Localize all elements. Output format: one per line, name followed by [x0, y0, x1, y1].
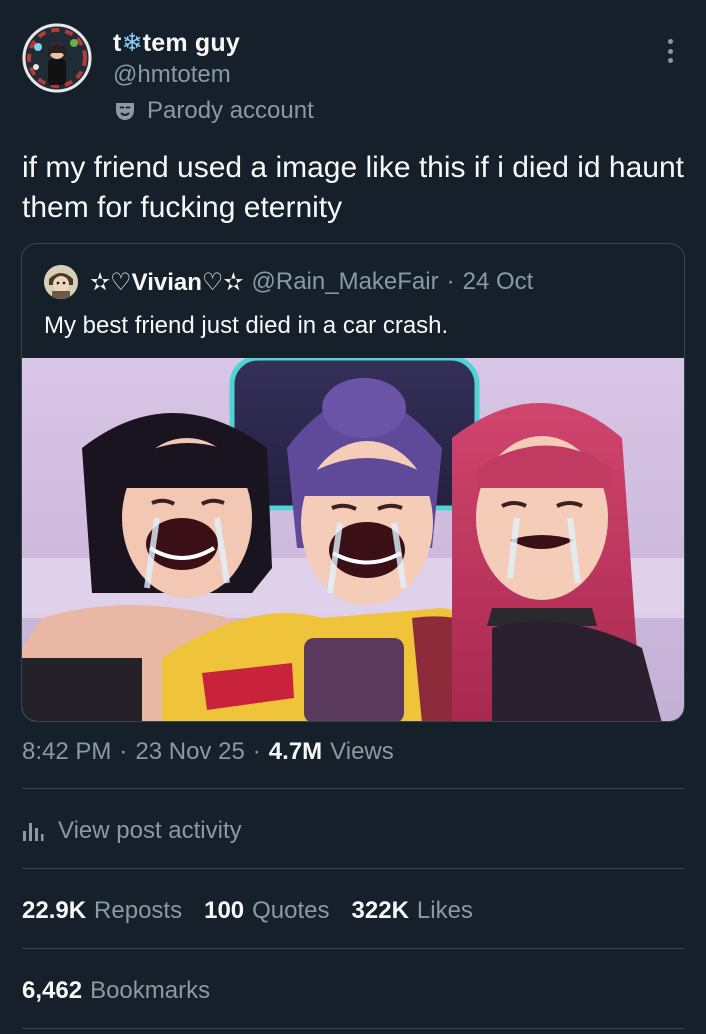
snowflake-icon: ❄: [121, 29, 143, 57]
bookmarks-count: 6,462: [22, 977, 83, 1004]
reposts-count: 22.9K: [22, 897, 87, 924]
reposts-label: Reposts: [94, 897, 183, 924]
post-text: if my friend used a image like this if i…: [22, 151, 685, 224]
author-display-name[interactable]: t❄tem guy: [113, 28, 240, 58]
more-options-button[interactable]: [660, 36, 680, 66]
post-date: 23 Nov 25: [135, 738, 245, 765]
views-label: Views: [330, 738, 394, 765]
post-time: 8:42 PM: [22, 738, 112, 765]
reposts-stat[interactable]: 22.9K Reposts: [22, 897, 182, 925]
divider: [22, 788, 684, 789]
quoted-post[interactable]: ✫♡Vivian♡✫ @Rain_MakeFair · 24 Oct My be…: [21, 243, 685, 722]
quoted-author-name: ✫♡Vivian♡✫: [90, 268, 244, 296]
more-horizontal-icon: [667, 39, 673, 44]
quotes-stat[interactable]: 100 Quotes: [204, 897, 329, 925]
parody-label: Parody account: [113, 96, 314, 126]
name-suffix: tem guy: [142, 29, 240, 57]
bookmarks-label: Bookmarks: [90, 977, 211, 1004]
view-post-activity-link[interactable]: View post activity: [22, 813, 242, 849]
divider: [22, 948, 684, 949]
likes-stat[interactable]: 322K Likes: [352, 897, 473, 925]
divider: [22, 1028, 684, 1029]
quoted-post-date: 24 Oct: [462, 268, 534, 295]
quoted-post-image[interactable]: [22, 355, 684, 721]
separator-dot: ·: [119, 738, 128, 765]
parody-label-text: Parody account: [147, 97, 314, 124]
view-post-activity-label: View post activity: [58, 817, 242, 844]
quoted-post-text: My best friend just died in a car crash.: [44, 312, 449, 339]
likes-label: Likes: [416, 897, 473, 924]
engagement-stats: 22.9K Reposts 100 Quotes 322K Likes: [22, 893, 473, 929]
views-count: 4.7M: [268, 738, 323, 765]
bookmarks-stat[interactable]: 6,462 Bookmarks: [22, 973, 210, 1009]
divider: [22, 868, 684, 869]
theater-mask-icon: [116, 103, 134, 120]
more-dot: [667, 58, 673, 63]
name-prefix: t: [113, 29, 122, 57]
more-dot: [667, 48, 673, 54]
separator-dot: ·: [446, 268, 455, 295]
author-handle[interactable]: @hmtotem: [113, 61, 231, 89]
bar-chart-icon: [23, 823, 44, 841]
quotes-label: Quotes: [252, 897, 330, 924]
separator-dot: ·: [252, 738, 261, 765]
author-avatar[interactable]: [22, 23, 92, 93]
post-meta: 8:42 PM · 23 Nov 25 · 4.7M Views: [22, 736, 394, 768]
quotes-count: 100: [204, 897, 245, 924]
quoted-author-avatar: [44, 265, 78, 299]
likes-count: 322K: [351, 897, 409, 924]
quoted-post-header: ✫♡Vivian♡✫ @Rain_MakeFair · 24 Oct: [90, 266, 533, 298]
post-detail: t❄tem guy @hmtotem Parody account if my …: [0, 0, 706, 1034]
quoted-author-handle: @Rain_MakeFair: [251, 268, 439, 295]
